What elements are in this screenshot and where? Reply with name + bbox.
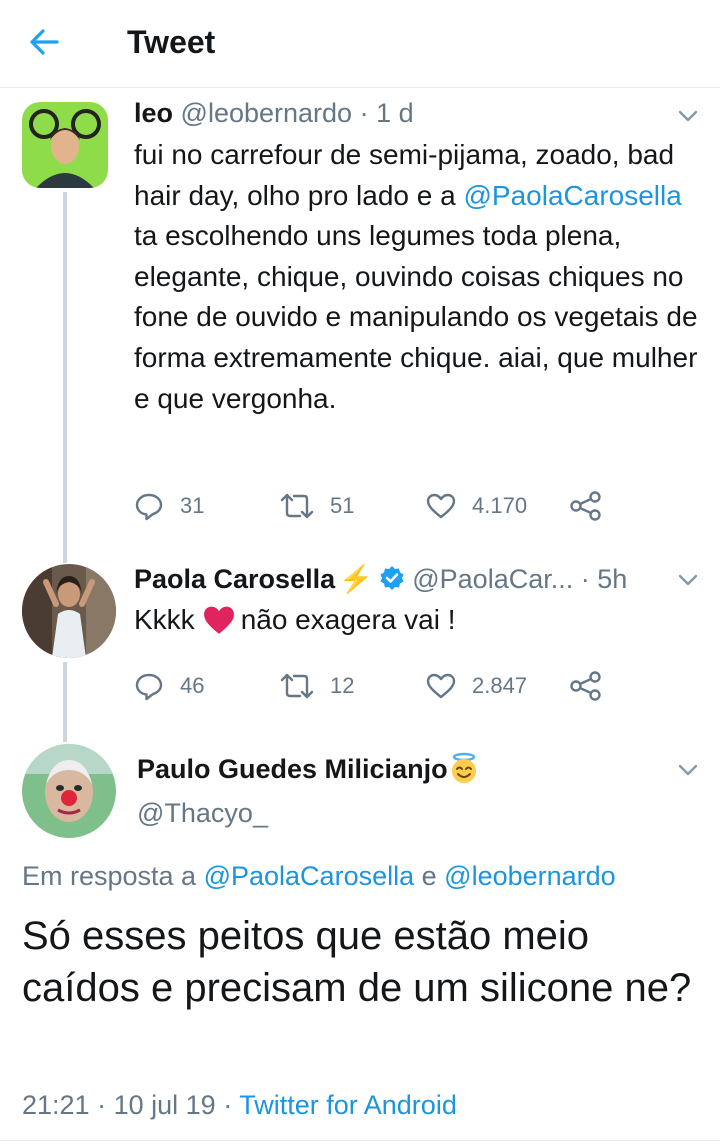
retweet-count: 51 (330, 493, 355, 518)
user-handle[interactable]: @leobernardo (181, 98, 353, 128)
text-part: Kkkk (134, 604, 195, 635)
like-count: 2.847 (472, 673, 528, 698)
separator: · (97, 1090, 107, 1120)
main-tweet-text: Só esses peitos que estão meio caídos e … (22, 914, 692, 1010)
display-name[interactable]: Paulo Guedes Milicianjo (137, 754, 448, 784)
tweet-header: leo @leobernardo · 1 d (134, 96, 414, 130)
verified-badge-icon (380, 566, 404, 590)
user-handle[interactable]: @PaolaCar... (412, 564, 573, 594)
thread-line (63, 734, 67, 742)
reply-icon (135, 673, 163, 701)
retweet-icon (280, 673, 314, 699)
tweet-actions: 31 51 4.170 (134, 486, 614, 526)
more-options-button[interactable] (676, 568, 700, 592)
red-heart-emoji-icon (203, 606, 234, 634)
text-part: ta escolhendo uns legumes toda plena, el… (134, 220, 698, 414)
like-button[interactable]: 2.847 (426, 666, 527, 706)
more-options-button[interactable] (676, 758, 700, 782)
source-link[interactable]: Twitter for Android (239, 1090, 457, 1120)
separator: · (580, 564, 590, 594)
smiling-face-with-halo-emoji-icon (451, 752, 476, 783)
retweet-icon (280, 493, 314, 519)
arrow-left-icon (30, 29, 59, 55)
reply-button[interactable]: 46 (134, 666, 204, 706)
more-options-button[interactable] (676, 104, 700, 128)
share-button[interactable] (570, 666, 618, 706)
thread-line (63, 662, 67, 742)
reply-joiner: e (421, 861, 437, 891)
reply-icon (135, 493, 163, 521)
like-count: 4.170 (472, 493, 528, 518)
like-button[interactable]: 4.170 (426, 486, 527, 526)
thread-line (63, 192, 67, 558)
chevron-down-icon (678, 110, 698, 122)
timestamp[interactable]: 1 d (376, 98, 414, 128)
mention-link[interactable]: @PaolaCarosella (204, 861, 415, 891)
retweet-button[interactable]: 12 (280, 666, 354, 706)
tweet-header: Paulo Guedes Milicianjo (137, 752, 480, 786)
tweet-leo[interactable]: leo @leobernardo · 1 d fui no carrefour … (0, 88, 720, 558)
page-title: Tweet (127, 24, 216, 60)
tweet-paola[interactable]: Paola Carosella ⚡ @PaolaCar... · 5h Kkkk n… (0, 558, 720, 742)
date: 10 jul 19 (113, 1090, 216, 1120)
avatar[interactable] (22, 102, 108, 188)
avatar[interactable] (22, 744, 116, 838)
mention-link[interactable]: @PaolaCarosella (463, 180, 681, 211)
reply-count: 46 (180, 673, 205, 698)
reply-context: Em resposta a @PaolaCarosella e @leobern… (22, 858, 616, 894)
reply-button[interactable]: 31 (134, 486, 204, 526)
share-button[interactable] (570, 486, 618, 526)
reply-count: 31 (180, 493, 205, 518)
tweet-text: fui no carrefour de semi-pijama, zoado, … (134, 135, 704, 419)
user-handle[interactable]: @Thacyo_ (137, 798, 268, 828)
divider (0, 1140, 720, 1141)
chevron-down-icon (678, 574, 698, 586)
separator: · (223, 1090, 233, 1120)
display-name[interactable]: Paola Carosella (134, 564, 335, 594)
tweet-header: Paola Carosella ⚡ @PaolaCar... · 5h (134, 562, 627, 596)
top-bar: Tweet (0, 0, 720, 88)
user-handle-line: @Thacyo_ (137, 796, 268, 830)
avatar[interactable] (22, 564, 116, 658)
heart-icon (426, 493, 456, 519)
tweet-actions: 46 12 2.847 (134, 666, 614, 706)
chevron-down-icon (678, 764, 698, 776)
retweet-count: 12 (330, 673, 355, 698)
share-icon (570, 491, 601, 521)
mention-link[interactable]: @leobernardo (444, 861, 616, 891)
timestamp[interactable]: 5h (597, 564, 627, 594)
tweet-meta: 21:21 · 10 jul 19 · Twitter for Android (22, 1087, 457, 1123)
tweet-text: Kkkk não exagera vai ! (134, 600, 704, 641)
display-name[interactable]: leo (134, 98, 173, 128)
heart-icon (426, 673, 456, 699)
back-button[interactable] (22, 22, 66, 62)
retweet-button[interactable]: 51 (280, 486, 354, 526)
timestamp: 21:21 (22, 1090, 90, 1120)
lightning-emoji: ⚡ (339, 564, 373, 594)
share-icon (570, 671, 601, 701)
separator: · (359, 98, 369, 128)
thread-line (63, 558, 67, 563)
reply-prefix: Em resposta a (22, 861, 197, 891)
text-part: não exagera vai ! (240, 604, 456, 635)
